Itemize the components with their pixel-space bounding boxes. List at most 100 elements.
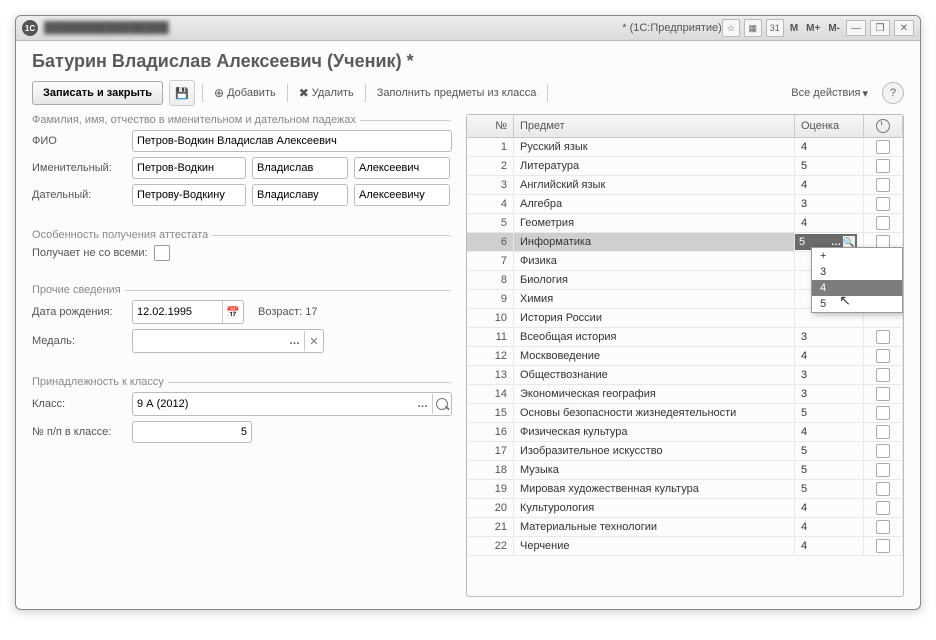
middlename-nom-input[interactable] <box>354 157 450 179</box>
cell-checkbox[interactable] <box>864 518 903 536</box>
m-minus-button[interactable]: M- <box>826 23 842 34</box>
dob-input[interactable] <box>133 303 222 321</box>
not-with-all-checkbox[interactable] <box>154 245 170 261</box>
table-row[interactable]: 19Мировая художественная культура5 <box>467 480 903 499</box>
class-field[interactable]: … <box>132 392 452 416</box>
m-plus-button[interactable]: M+ <box>804 23 822 34</box>
table-row[interactable]: 2Литература5 <box>467 157 903 176</box>
lastname-nom-input[interactable] <box>132 157 246 179</box>
cell-checkbox[interactable] <box>864 480 903 498</box>
col-number[interactable]: № <box>467 115 514 137</box>
medal-clear-icon[interactable]: ✕ <box>304 331 323 351</box>
cell-grade[interactable]: 4 <box>795 499 864 517</box>
table-row[interactable]: 17Изобразительное искусство5 <box>467 442 903 461</box>
table-row[interactable]: 14Экономическая география3 <box>467 385 903 404</box>
grade-option[interactable]: 5 <box>812 296 902 312</box>
cell-checkbox[interactable] <box>864 461 903 479</box>
npp-input[interactable] <box>132 421 252 443</box>
class-search-icon[interactable] <box>432 394 451 414</box>
table-row[interactable]: 18Музыка5 <box>467 461 903 480</box>
all-actions-dropdown[interactable]: Все действия ▾ <box>791 87 868 100</box>
cell-checkbox[interactable] <box>864 404 903 422</box>
table-row[interactable]: 16Физическая культура4 <box>467 423 903 442</box>
cell-checkbox[interactable] <box>864 423 903 441</box>
table-row[interactable]: 3Английский язык4 <box>467 176 903 195</box>
cell-grade[interactable]: 5 <box>795 404 864 422</box>
cell-checkbox[interactable] <box>864 442 903 460</box>
table-row[interactable]: 12Москвоведение4 <box>467 347 903 366</box>
help-button[interactable]: ? <box>882 82 904 104</box>
cell-checkbox[interactable] <box>864 366 903 384</box>
fio-input[interactable] <box>132 130 452 152</box>
grade-option[interactable]: 3 <box>812 264 902 280</box>
cell-checkbox[interactable] <box>864 176 903 194</box>
cell-checkbox[interactable] <box>864 138 903 156</box>
delete-button[interactable]: ✖ Удалить <box>295 81 358 105</box>
lastname-dat-input[interactable] <box>132 184 246 206</box>
firstname-nom-input[interactable] <box>252 157 348 179</box>
titlebar-icon-calendar[interactable]: 31 <box>766 19 784 37</box>
cell-checkbox[interactable] <box>864 214 903 232</box>
class-browse-icon[interactable]: … <box>413 398 432 410</box>
titlebar-icon-star[interactable]: ☆ <box>722 19 740 37</box>
restore-button[interactable]: ❐ <box>870 20 890 36</box>
save-and-close-button[interactable]: Записать и закрыть <box>32 81 163 105</box>
cell-checkbox[interactable] <box>864 385 903 403</box>
fill-subjects-button[interactable]: Заполнить предметы из класса <box>373 81 541 105</box>
cell-grade[interactable]: 5 <box>795 480 864 498</box>
cell-checkbox[interactable] <box>864 347 903 365</box>
cell-grade[interactable]: 5 <box>795 157 864 175</box>
grade-browse-icon[interactable]: … <box>831 237 841 248</box>
grade-dropdown[interactable]: +345 <box>811 247 903 313</box>
cell-grade[interactable]: 4 <box>795 537 864 555</box>
cell-grade[interactable]: 3 <box>795 195 864 213</box>
dob-label: Дата рождения: <box>32 306 126 318</box>
cell-grade[interactable]: 4 <box>795 518 864 536</box>
medal-field[interactable]: … ✕ <box>132 329 324 353</box>
col-subject[interactable]: Предмет <box>514 115 795 137</box>
firstname-dat-input[interactable] <box>252 184 348 206</box>
cell-grade[interactable]: 3 <box>795 366 864 384</box>
table-row[interactable]: 5Геометрия4 <box>467 214 903 233</box>
cell-checkbox[interactable] <box>864 537 903 555</box>
close-button[interactable]: ✕ <box>894 20 914 36</box>
col-grade[interactable]: Оценка <box>795 115 864 137</box>
cell-grade[interactable]: 3 <box>795 328 864 346</box>
cell-grade[interactable]: 4 <box>795 423 864 441</box>
table-row[interactable]: 15Основы безопасности жизнедеятельности5 <box>467 404 903 423</box>
cell-grade[interactable]: 3 <box>795 385 864 403</box>
cell-checkbox[interactable] <box>864 499 903 517</box>
cell-grade[interactable]: 4 <box>795 176 864 194</box>
middlename-dat-input[interactable] <box>354 184 450 206</box>
col-clock[interactable] <box>864 115 903 137</box>
cell-checkbox[interactable] <box>864 195 903 213</box>
table-row[interactable]: 13Обществознание3 <box>467 366 903 385</box>
table-row[interactable]: 22Черчение4 <box>467 537 903 556</box>
medal-browse-icon[interactable]: … <box>285 335 304 347</box>
cell-grade[interactable]: 4 <box>795 214 864 232</box>
titlebar-icon-grid[interactable]: ▦ <box>744 19 762 37</box>
cell-grade[interactable]: 5 <box>795 442 864 460</box>
cell-grade[interactable]: 5 <box>795 461 864 479</box>
minimize-button[interactable]: — <box>846 20 866 36</box>
m-button[interactable]: M <box>788 23 800 34</box>
cell-number: 21 <box>467 518 514 536</box>
cell-subject: Всеобщая история <box>514 328 795 346</box>
dob-field[interactable]: 📅 <box>132 300 244 324</box>
medal-input[interactable] <box>133 332 285 350</box>
cell-checkbox[interactable] <box>864 328 903 346</box>
grade-option[interactable]: + <box>812 248 902 264</box>
table-row[interactable]: 1Русский язык4 <box>467 138 903 157</box>
cell-grade[interactable]: 4 <box>795 347 864 365</box>
add-button[interactable]: ⊕ Добавить <box>210 81 280 105</box>
table-row[interactable]: 21Материальные технологии4 <box>467 518 903 537</box>
table-row[interactable]: 20Культурология4 <box>467 499 903 518</box>
cell-checkbox[interactable] <box>864 157 903 175</box>
save-icon-button[interactable]: 💾 <box>169 80 195 106</box>
class-input[interactable] <box>133 395 413 413</box>
calendar-icon[interactable]: 📅 <box>222 301 243 323</box>
table-row[interactable]: 11Всеобщая история3 <box>467 328 903 347</box>
table-row[interactable]: 4Алгебра3 <box>467 195 903 214</box>
grade-option[interactable]: 4 <box>812 280 902 296</box>
cell-grade[interactable]: 4 <box>795 138 864 156</box>
